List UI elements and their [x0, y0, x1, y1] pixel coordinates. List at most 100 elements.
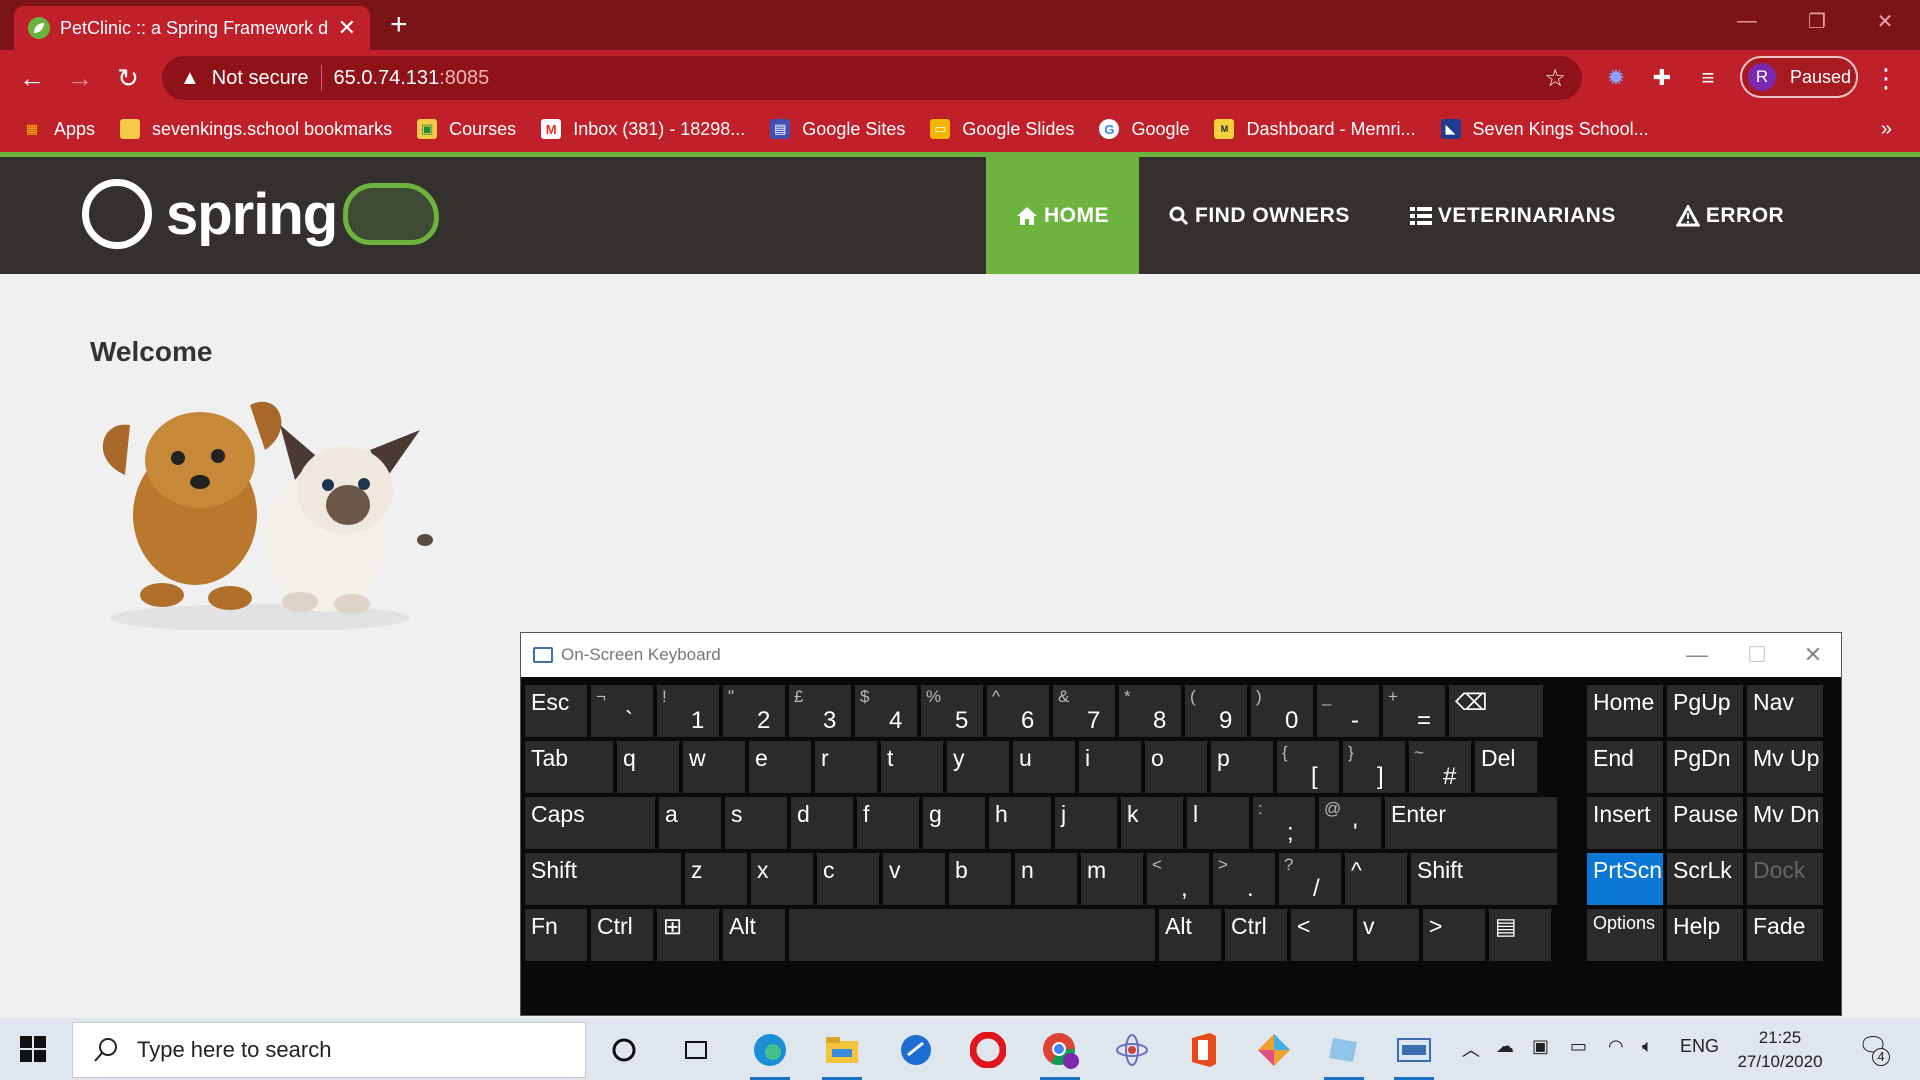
key-c[interactable]: c: [817, 853, 879, 905]
restore-icon[interactable]: ❐: [1782, 0, 1852, 42]
key-h[interactable]: h: [989, 797, 1051, 849]
key-a[interactable]: a: [659, 797, 721, 849]
key-v[interactable]: v: [883, 853, 945, 905]
forward-icon[interactable]: →: [62, 60, 98, 96]
bookmark-apps[interactable]: ▦ Apps: [22, 119, 95, 140]
new-tab-button[interactable]: +: [390, 8, 408, 42]
task-view-icon[interactable]: [672, 1026, 720, 1074]
key-w[interactable]: w: [683, 741, 745, 793]
key-symbol[interactable]: + =: [1383, 685, 1445, 737]
close-icon[interactable]: ✕: [1783, 633, 1843, 677]
bookmark-memrise[interactable]: M Dashboard - Memri...: [1214, 119, 1416, 140]
bookmark-inbox[interactable]: M Inbox (381) - 18298...: [541, 119, 745, 140]
edge-icon[interactable]: [746, 1026, 794, 1080]
bookmark-sevenkings[interactable]: sevenkings.school bookmarks: [120, 119, 392, 140]
key-nav[interactable]: Nav: [1747, 685, 1823, 737]
key-1[interactable]: ! 1: [657, 685, 719, 737]
key-enter[interactable]: Enter: [1385, 797, 1557, 849]
key-mvdn[interactable]: Mv Dn: [1747, 797, 1823, 849]
key-symbol[interactable]: {[: [1277, 741, 1339, 793]
office-icon[interactable]: [1180, 1026, 1228, 1074]
address-bar[interactable]: ▲ Not secure 65.0.74.131 :8085 ☆: [162, 56, 1582, 100]
profile-button[interactable]: R Paused: [1740, 56, 1858, 98]
key-symbol[interactable]: ⊞: [657, 909, 719, 961]
atom-app-icon[interactable]: [1108, 1026, 1156, 1074]
key-9[interactable]: (9: [1185, 685, 1247, 737]
cortana-icon[interactable]: [600, 1026, 648, 1074]
wifi-icon[interactable]: ◠: [1608, 1036, 1624, 1057]
key-pause[interactable]: Pause: [1667, 797, 1743, 849]
back-icon[interactable]: ←: [14, 60, 50, 96]
key-x[interactable]: x: [751, 853, 813, 905]
key-symbol[interactable]: ⌫: [1449, 685, 1543, 737]
key-symbol[interactable]: ▤: [1489, 909, 1551, 961]
key-y[interactable]: y: [947, 741, 1009, 793]
key-shift[interactable]: Shift: [525, 853, 681, 905]
media-queue-icon[interactable]: ≡: [1692, 62, 1724, 94]
key-e[interactable]: e: [749, 741, 811, 793]
key-0[interactable]: ) 0: [1251, 685, 1313, 737]
extensions-puzzle-icon[interactable]: ✚: [1646, 62, 1678, 94]
onedrive-icon[interactable]: ☁: [1496, 1036, 1514, 1057]
key-j[interactable]: j: [1055, 797, 1117, 849]
spring-logo[interactable]: spring: [82, 179, 440, 249]
key-insert[interactable]: Insert: [1587, 797, 1663, 849]
key-scrlk[interactable]: ScrLk: [1667, 853, 1743, 905]
key-end[interactable]: End: [1587, 741, 1663, 793]
key-symbol[interactable]: ~ #: [1409, 741, 1471, 793]
minimize-icon[interactable]: —: [1712, 0, 1782, 42]
on-screen-keyboard-app-icon[interactable]: [1390, 1026, 1438, 1080]
menu-kebab-icon[interactable]: ⋮: [1870, 62, 1902, 94]
nav-error[interactable]: ERROR: [1646, 157, 1814, 274]
browser-tab[interactable]: PetClinic :: a Spring Framework d ✕: [14, 6, 370, 50]
key-space[interactable]: [789, 909, 1155, 961]
key-5[interactable]: % 5: [921, 685, 983, 737]
key-prtscn[interactable]: PrtScn: [1587, 853, 1663, 905]
taskbar-search[interactable]: Type here to search: [72, 1022, 586, 1078]
key-alt[interactable]: Alt: [723, 909, 785, 961]
key-shift[interactable]: Shift: [1411, 853, 1557, 905]
osk-titlebar[interactable]: On-Screen Keyboard — ☐ ✕: [521, 633, 1841, 677]
key-symbol[interactable]: ? /: [1279, 853, 1341, 905]
bookmark-google-slides[interactable]: ▭ Google Slides: [930, 119, 1074, 140]
language-indicator[interactable]: ENG: [1680, 1036, 1719, 1057]
key-r[interactable]: r: [815, 741, 877, 793]
chrome-icon[interactable]: [1036, 1026, 1084, 1080]
key-del[interactable]: Del: [1475, 741, 1537, 793]
key-4[interactable]: $4: [855, 685, 917, 737]
key-b[interactable]: b: [949, 853, 1011, 905]
file-explorer-icon[interactable]: [818, 1026, 866, 1080]
notepad-icon[interactable]: [1320, 1026, 1368, 1080]
more-bookmarks-icon[interactable]: »: [1881, 118, 1892, 141]
key-ctrl[interactable]: Ctrl: [1225, 909, 1287, 961]
key-l[interactable]: l: [1187, 797, 1249, 849]
key-g[interactable]: g: [923, 797, 985, 849]
key-pgdn[interactable]: PgDn: [1667, 741, 1743, 793]
key-8[interactable]: * 8: [1119, 685, 1181, 737]
key-z[interactable]: z: [685, 853, 747, 905]
security-label[interactable]: Not secure: [212, 67, 309, 90]
reload-icon[interactable]: ↻: [110, 60, 146, 96]
key-7[interactable]: & 7: [1053, 685, 1115, 737]
close-window-icon[interactable]: ✕: [1850, 0, 1920, 42]
key-fade[interactable]: Fade: [1747, 909, 1823, 961]
bookmark-star-icon[interactable]: ☆: [1544, 64, 1566, 93]
key-m[interactable]: m: [1081, 853, 1143, 905]
key-symbol[interactable]: >.: [1213, 853, 1275, 905]
key-symbol[interactable]: @ ': [1319, 797, 1381, 849]
nav-find-owners[interactable]: FIND OWNERS: [1139, 157, 1380, 274]
key-6[interactable]: ^ 6: [987, 685, 1049, 737]
key-t[interactable]: t: [881, 741, 943, 793]
key-alt[interactable]: Alt: [1159, 909, 1221, 961]
key-symbol[interactable]: _ -: [1317, 685, 1379, 737]
windows-start-icon[interactable]: [20, 1036, 46, 1062]
key-v[interactable]: v: [1357, 909, 1419, 961]
key-symbol[interactable]: <,: [1147, 853, 1209, 905]
nav-home[interactable]: HOME: [986, 157, 1139, 274]
key-3[interactable]: £3: [789, 685, 851, 737]
key-n[interactable]: n: [1015, 853, 1077, 905]
key-d[interactable]: d: [791, 797, 853, 849]
key-k[interactable]: k: [1121, 797, 1183, 849]
key-i[interactable]: i: [1079, 741, 1141, 793]
key-esc[interactable]: Esc: [525, 685, 587, 737]
